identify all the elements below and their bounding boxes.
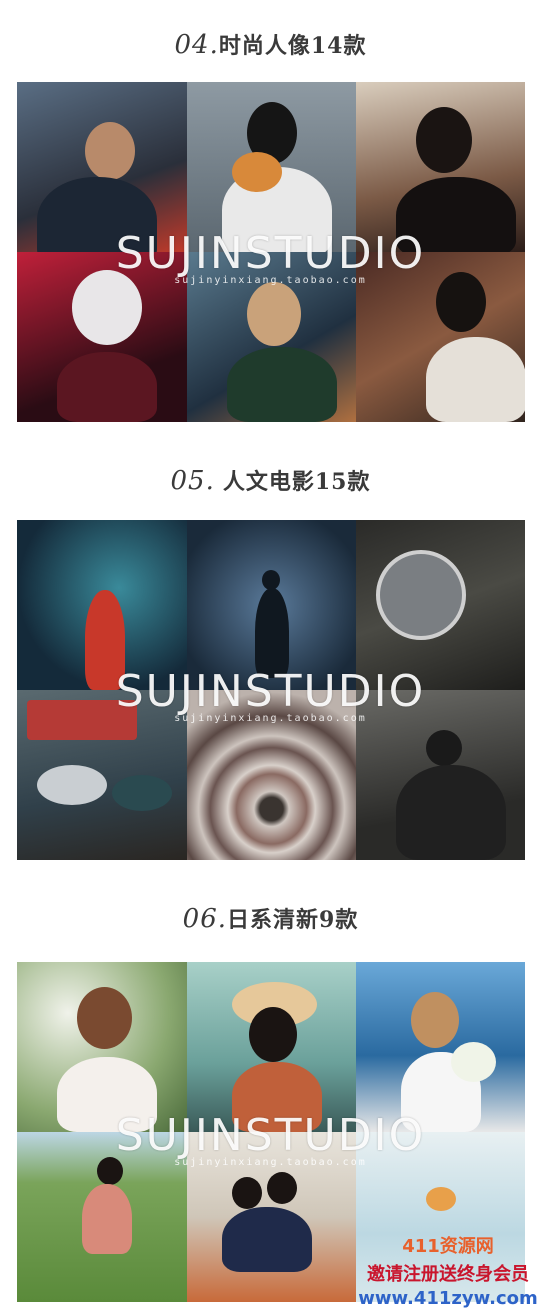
photo-girl-grass (17, 1132, 187, 1302)
photo-woman-bob (17, 252, 187, 422)
photo-bride-sea (356, 962, 525, 1132)
badge-promo: 邀请注册送终身会员 (367, 1264, 529, 1285)
section-label: 人文电影15款 (222, 469, 371, 495)
section-label: 时尚人像14款 (218, 33, 367, 59)
photo-girl-flowers (17, 962, 187, 1132)
badge-domain[interactable]: www.411zyw.com (355, 1288, 541, 1309)
section-title-05: 05. 人文电影15款 (0, 464, 541, 496)
promo-badge: 411资源网 邀请注册送终身会员 www.411zyw.com (355, 1232, 541, 1309)
section-title-06: 06.日系清新9款 (0, 902, 541, 934)
photo-man-reading (356, 690, 525, 860)
photo-grid-fashion (17, 82, 525, 422)
photo-umbrella-street (17, 690, 187, 860)
photo-man-glasses (17, 82, 187, 252)
section-label: 日系清新9款 (227, 907, 359, 933)
section-number: 06. (182, 904, 228, 934)
section-number: 04. (174, 30, 219, 60)
photo-girl-straw-hat (187, 962, 356, 1132)
section-title-04: 04.时尚人像14款 (0, 28, 541, 60)
photo-tunnel (187, 690, 356, 860)
photo-man-red-jacket (17, 520, 187, 690)
photo-grid-cinematic (17, 520, 525, 860)
photo-mirror-camera (356, 520, 525, 690)
photo-woman-pizza (187, 82, 356, 252)
photo-woman-alley (356, 252, 525, 422)
photo-woman-hoodie (187, 252, 356, 422)
photo-woman-lanterns (356, 82, 525, 252)
photo-schoolgirls (187, 1132, 356, 1302)
badge-site: 411资源网 (402, 1236, 494, 1257)
section-number: 05. (170, 466, 215, 496)
photo-silhouette-lights (187, 520, 356, 690)
